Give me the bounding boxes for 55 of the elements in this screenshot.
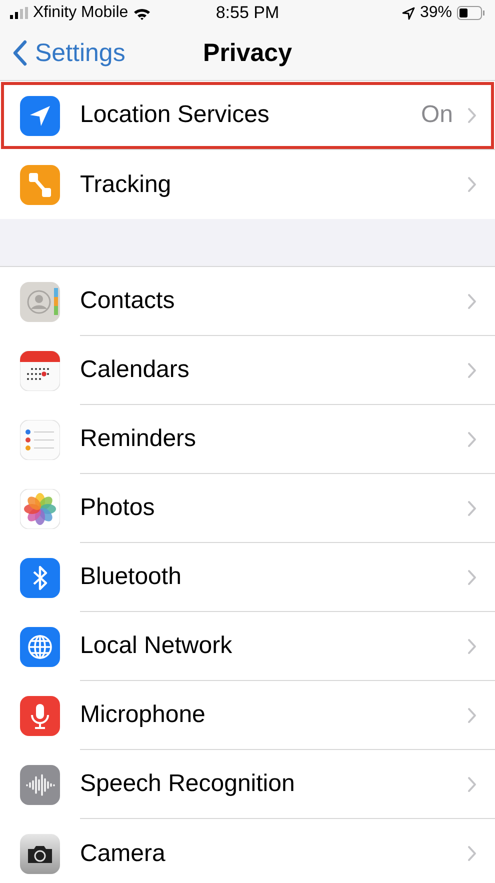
clock-time: 8:55 PM xyxy=(216,3,280,23)
chevron-icon xyxy=(467,362,477,378)
row-label: Local Network xyxy=(80,632,234,660)
row-label: Photos xyxy=(80,494,156,522)
location-icon xyxy=(20,96,60,136)
reminders-list-icon xyxy=(20,420,60,460)
chevron-icon xyxy=(467,776,477,792)
settings-row[interactable]: Bluetooth xyxy=(0,543,495,612)
chevron-icon xyxy=(467,106,477,124)
chevron-icon xyxy=(467,845,477,862)
chevron-icon xyxy=(467,430,477,448)
settings-row[interactable]: Contacts xyxy=(0,267,495,336)
chevron-icon xyxy=(467,638,477,654)
settings-row[interactable]: Microphone xyxy=(0,681,495,750)
contacts-icon xyxy=(20,282,60,322)
carrier-name: Xfinity Mobile xyxy=(33,4,128,22)
battery-icon xyxy=(457,6,485,20)
sound-wave-icon xyxy=(20,764,60,804)
row-label: Speech Recognition xyxy=(80,770,296,798)
back-button[interactable]: Settings xyxy=(0,38,126,68)
calendar-icon xyxy=(20,350,60,390)
bluetooth-icon xyxy=(20,558,60,598)
row-label: Location Services xyxy=(80,101,270,129)
settings-row[interactable]: Local Network xyxy=(0,612,495,681)
row-label: Calendars xyxy=(80,356,190,384)
settings-row[interactable]: Tracking xyxy=(0,150,495,219)
settings-row[interactable]: Reminders xyxy=(0,405,495,474)
chevron-icon xyxy=(467,568,477,586)
globe-icon xyxy=(20,626,60,666)
page-title: Privacy xyxy=(203,38,292,68)
row-label: Reminders xyxy=(80,425,198,453)
chevron-icon xyxy=(467,292,477,310)
row-label: Tracking xyxy=(80,170,172,198)
row-label: Microphone xyxy=(80,701,206,729)
row-label: Bluetooth xyxy=(80,563,182,591)
settings-row[interactable]: Calendars xyxy=(0,336,495,405)
microphone-icon xyxy=(20,696,60,736)
settings-row[interactable]: Location Services On xyxy=(0,81,495,150)
row-label: Camera xyxy=(80,840,166,868)
row-value: On xyxy=(420,101,453,129)
chevron-icon xyxy=(467,176,477,193)
signal-icon xyxy=(10,7,28,19)
flower-icon xyxy=(20,488,60,528)
row-label: Contacts xyxy=(80,287,176,315)
wifi-icon xyxy=(133,6,152,20)
settings-row[interactable]: Photos xyxy=(0,474,495,543)
back-chevron-icon xyxy=(12,40,27,66)
tracking-icon xyxy=(20,164,60,204)
settings-row[interactable]: Camera xyxy=(0,819,495,883)
location-arrow-icon xyxy=(402,6,415,20)
chevron-icon xyxy=(467,500,477,516)
settings-row[interactable]: Speech Recognition xyxy=(0,750,495,819)
battery-percentage: 39% xyxy=(420,4,452,22)
chevron-icon xyxy=(467,706,477,724)
camera-icon xyxy=(20,834,60,874)
